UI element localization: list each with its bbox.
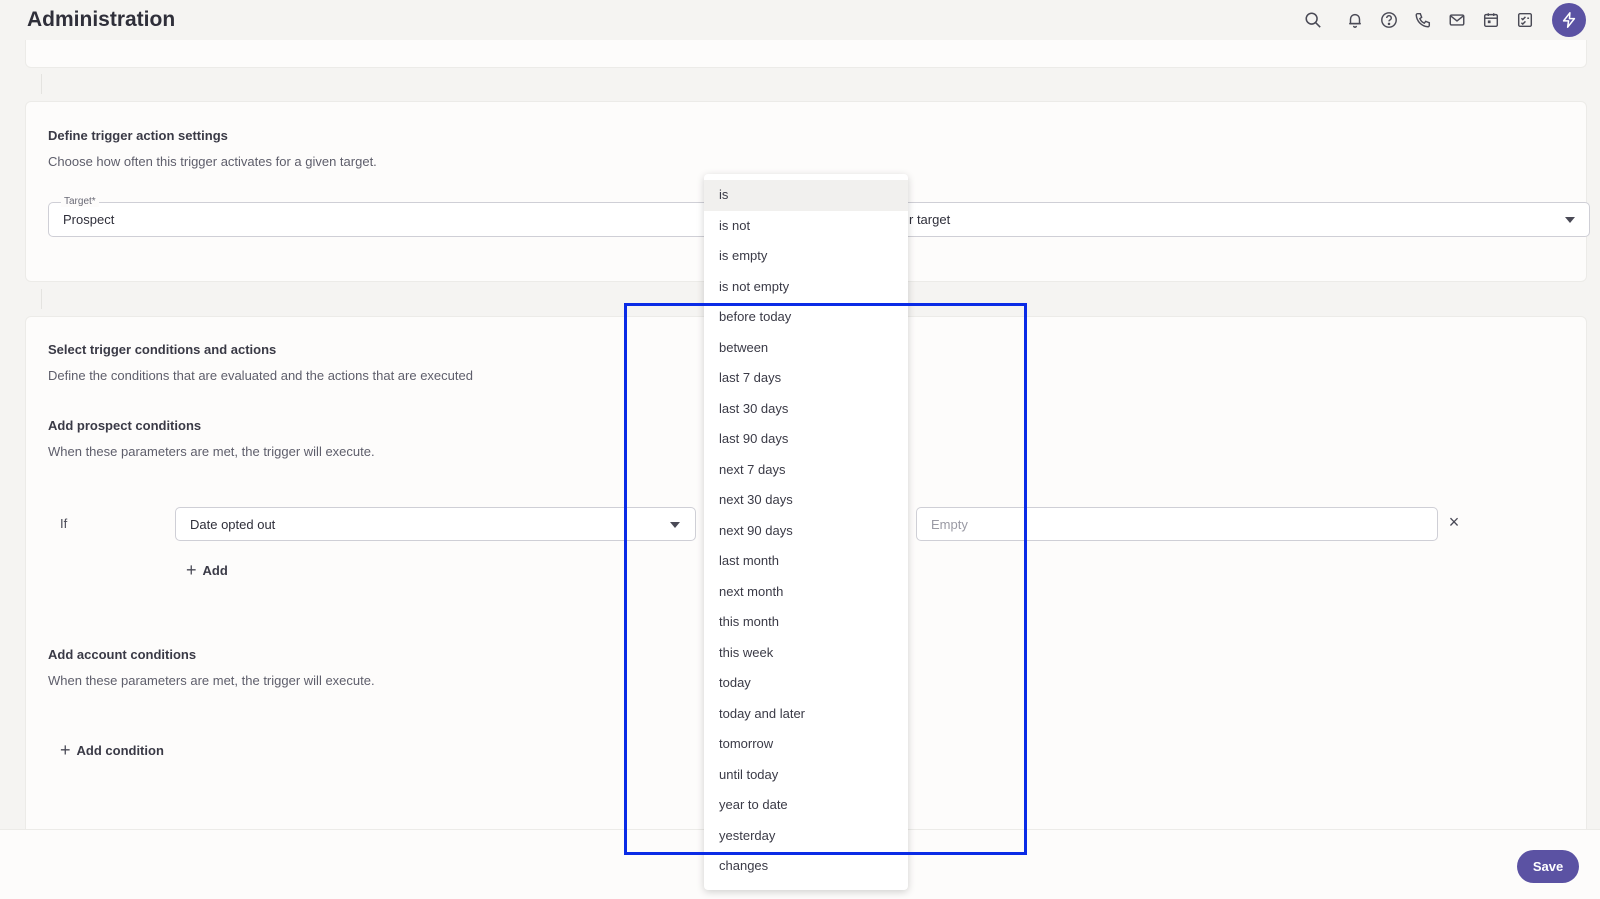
search-icon[interactable] xyxy=(1303,10,1323,30)
operator-option[interactable]: is empty xyxy=(704,241,908,272)
add-prospect-condition-button[interactable]: + Add xyxy=(186,561,228,579)
plus-icon: + xyxy=(60,740,71,760)
operator-option[interactable]: year to date xyxy=(704,790,908,821)
frequency-select[interactable]: r target xyxy=(888,202,1590,237)
frequency-value: r target xyxy=(909,212,951,227)
account-conditions-subtitle: When these parameters are met, the trigg… xyxy=(48,673,375,688)
page-title: Administration xyxy=(27,8,176,31)
conditions-title: Select trigger conditions and actions xyxy=(48,342,277,357)
operator-option[interactable]: is not xyxy=(704,211,908,242)
operator-option[interactable]: is not empty xyxy=(704,272,908,303)
divider xyxy=(41,289,42,309)
operator-option[interactable]: last 30 days xyxy=(704,394,908,425)
operator-option[interactable]: next 90 days xyxy=(704,516,908,547)
prospect-conditions-subtitle: When these parameters are met, the trigg… xyxy=(48,444,375,459)
operator-option[interactable]: last 7 days xyxy=(704,363,908,394)
target-select[interactable]: Target* Prospect xyxy=(48,196,768,237)
condition-field-value: Date opted out xyxy=(190,517,276,532)
operator-dropdown-menu: is is not is empty is not empty before today… xyxy=(704,174,908,890)
phone-icon[interactable] xyxy=(1413,10,1433,30)
operator-option[interactable]: tomorrow xyxy=(704,729,908,760)
bolt-icon xyxy=(1562,12,1576,28)
chevron-down-icon xyxy=(1565,217,1575,223)
condition-value-input[interactable]: Empty xyxy=(916,507,1438,541)
tasks-icon[interactable] xyxy=(1515,10,1535,30)
help-icon[interactable] xyxy=(1379,10,1399,30)
mail-icon[interactable] xyxy=(1447,10,1467,30)
operator-option[interactable]: changes xyxy=(704,851,908,882)
operator-option[interactable]: last month xyxy=(704,546,908,577)
condition-field-select[interactable]: Date opted out xyxy=(175,507,696,541)
calendar-icon[interactable] xyxy=(1481,10,1501,30)
remove-condition-icon[interactable]: × xyxy=(1446,513,1462,531)
operator-option[interactable]: until today xyxy=(704,760,908,791)
add-account-condition-button[interactable]: + Add condition xyxy=(60,741,164,759)
operator-option[interactable]: before today xyxy=(704,302,908,333)
operator-option[interactable]: yesterday xyxy=(704,821,908,852)
condition-value-placeholder: Empty xyxy=(931,517,968,532)
operator-option[interactable]: today and later xyxy=(704,699,908,730)
operator-option[interactable]: this month xyxy=(704,607,908,638)
operator-option[interactable]: next month xyxy=(704,577,908,608)
plus-icon: + xyxy=(186,560,197,580)
trigger-settings-title: Define trigger action settings xyxy=(48,128,228,143)
account-conditions-title: Add account conditions xyxy=(48,647,197,662)
operator-option[interactable]: last 90 days xyxy=(704,424,908,455)
operator-option[interactable]: next 30 days xyxy=(704,485,908,516)
previous-section-card xyxy=(25,40,1587,68)
conditions-subtitle: Define the conditions that are evaluated… xyxy=(48,368,473,383)
operator-option[interactable]: today xyxy=(704,668,908,699)
target-value: Prospect xyxy=(63,212,115,227)
bolt-button[interactable] xyxy=(1552,3,1586,37)
prospect-conditions-title: Add prospect conditions xyxy=(48,418,202,433)
trigger-settings-subtitle: Choose how often this trigger activates … xyxy=(48,154,377,169)
chevron-down-icon xyxy=(670,522,680,528)
divider xyxy=(41,74,42,94)
operator-option[interactable]: is xyxy=(704,180,908,211)
add-label: Add xyxy=(202,562,228,578)
add-condition-label: Add condition xyxy=(76,742,164,758)
if-label: If xyxy=(60,516,68,531)
operator-option[interactable]: next 7 days xyxy=(704,455,908,486)
operator-options-list: is is not is empty is not empty before today… xyxy=(704,180,908,882)
operator-option[interactable]: between xyxy=(704,333,908,364)
operator-option[interactable]: this week xyxy=(704,638,908,669)
bell-icon[interactable] xyxy=(1345,10,1365,30)
save-button[interactable]: Save xyxy=(1517,850,1579,883)
target-label: Target* xyxy=(61,196,99,207)
